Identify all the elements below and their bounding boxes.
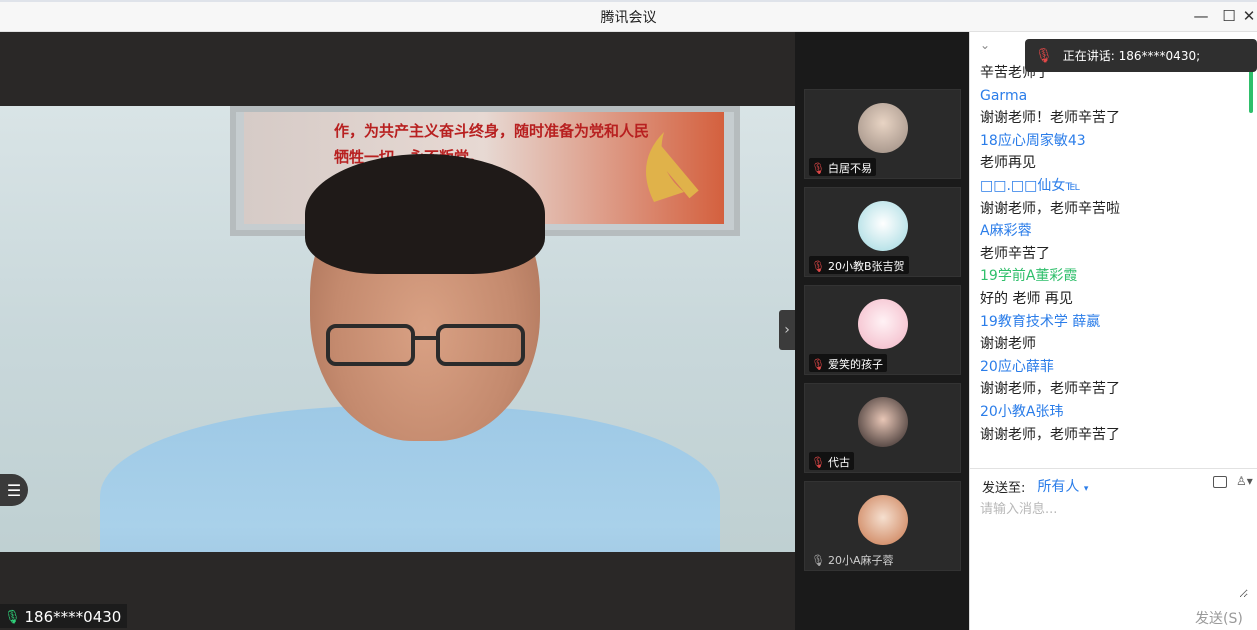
participant-name: 20小A麻子蓉 — [827, 554, 894, 567]
participant-tile[interactable]: 🎙 20小教B张吉贺 — [804, 187, 961, 277]
participant-name-label: 🎙 代古 — [809, 452, 854, 470]
participant-name-label: 🎙 白居不易 — [809, 158, 876, 176]
send-to-select[interactable]: 所有人 ▾ — [1037, 476, 1088, 496]
chat-message-text: 谢谢老师 — [980, 336, 1036, 353]
chat-message-text: 谢谢老师，老师辛苦了 — [980, 381, 1120, 398]
speaker-name: 186****0430 — [24, 608, 122, 626]
chat-sender: Garma — [980, 87, 1028, 104]
main-video-area: 作，为共产主义奋斗终身，随时准备为党和人民 牺牲一切，永不叛党。 ☰ 🎙 186… — [0, 32, 795, 630]
chevron-right-icon[interactable]: › — [779, 310, 795, 350]
mic-muted-icon: 🎙 — [811, 553, 825, 567]
maximize-button[interactable]: ☐ — [1218, 5, 1240, 27]
chevron-down-icon[interactable]: ⌄ — [980, 38, 990, 52]
title-bar: 腾讯会议 — ☐ ✕ — [0, 0, 1257, 32]
send-to-row: 发送至: 所有人 ▾ — [982, 476, 1088, 496]
participant-name: 爱笑的孩子 — [827, 358, 883, 371]
window-title: 腾讯会议 — [600, 10, 657, 26]
mic-muted-icon: 🎙 — [811, 357, 825, 371]
avatar — [858, 103, 908, 153]
participant-name: 代古 — [827, 456, 850, 469]
speaking-indicator: 🎙 正在讲话: 186****0430; — [1025, 39, 1257, 72]
hammer-sickle-emblem — [646, 132, 699, 202]
chat-message-text: 好的 老师 再见 — [980, 290, 1073, 307]
chat-message-text: 老师再见 — [980, 155, 1036, 172]
participant-tile[interactable]: 🎙 爱笑的孩子 — [804, 285, 961, 375]
poster-line-1: 作，为共产主义奋斗终身，随时准备为党和人民 — [334, 122, 650, 140]
chat-sender: □□.□□仙女℡ — [980, 177, 1081, 194]
chat-panel: ⌄ 辛苦老师了 Garma 谢谢老师！老师辛苦了 18应心周家敏43 老师再见 … — [969, 32, 1257, 630]
send-to-value: 所有人 — [1037, 479, 1080, 495]
speaking-label: 正在讲话: 186****0430; — [1062, 49, 1201, 63]
participant-name: 白居不易 — [827, 162, 872, 175]
mic-muted-icon: 🎙 — [811, 259, 825, 273]
chat-message-text: 谢谢老师，老师辛苦了 — [980, 426, 1120, 443]
chat-sender: 18应心周家敏43 — [980, 132, 1086, 149]
chat-scrollbar[interactable] — [1249, 68, 1253, 113]
chat-sender: 19学前A董彩霞 — [980, 268, 1078, 285]
avatar — [858, 299, 908, 349]
close-button[interactable]: ✕ — [1238, 5, 1257, 27]
chat-sender: 20应心薛菲 — [980, 358, 1054, 375]
divider — [970, 468, 1257, 469]
chat-messages: 辛苦老师了 Garma 谢谢老师！老师辛苦了 18应心周家敏43 老师再见 □□… — [980, 62, 1250, 470]
participant-tile[interactable]: 🎙 20小A麻子蓉 — [804, 481, 961, 571]
participant-name-label: 🎙 20小教B张吉贺 — [809, 256, 909, 274]
speaker-video[interactable]: 作，为共产主义奋斗终身，随时准备为党和人民 牺牲一切，永不叛党。 — [0, 106, 795, 552]
mic-active-icon: 🎙 — [4, 609, 21, 625]
send-to-label: 发送至: — [982, 480, 1026, 496]
send-button[interactable]: 发送(S) — [1195, 608, 1243, 628]
mic-muted-icon: 🎙 — [811, 161, 825, 175]
caret-down-icon: ▾ — [1083, 484, 1089, 494]
participant-tile[interactable]: 🎙 白居不易 — [804, 89, 961, 179]
speaker-name-label: 🎙 186****0430 — [0, 604, 128, 628]
chat-sender: 19教育技术学 薛嬴 — [980, 313, 1101, 330]
mic-muted-icon: 🎙 — [1035, 47, 1053, 64]
chat-message-text: 老师辛苦了 — [980, 245, 1050, 262]
mic-muted-icon: 🎙 — [811, 455, 825, 469]
participant-tiles: › 🎙 白居不易 🎙 20小教B张吉贺 🎙 爱笑的孩子 🎙 代古 🎙 20小A麻… — [779, 32, 969, 630]
glasses — [326, 324, 525, 366]
chat-input[interactable] — [980, 498, 1248, 598]
avatar — [858, 495, 908, 545]
title-bar-accent — [0, 0, 1257, 2]
participant-name-label: 🎙 爱笑的孩子 — [809, 354, 887, 372]
participant-name: 20小教B张吉贺 — [827, 260, 905, 273]
avatar — [858, 397, 908, 447]
chat-message-text: 谢谢老师，老师辛苦啦 — [980, 200, 1120, 217]
image-icon[interactable] — [1213, 476, 1227, 488]
avatar — [858, 201, 908, 251]
minimize-button[interactable]: — — [1190, 5, 1212, 27]
chat-sender: A麻彩蓉 — [980, 223, 1032, 240]
user-settings-icon[interactable]: ♙▾ — [1236, 474, 1253, 488]
person-hair — [305, 154, 545, 274]
participant-tile[interactable]: 🎙 代古 — [804, 383, 961, 473]
chat-sender: 20小教A张玮 — [980, 403, 1064, 420]
participant-name-label: 🎙 20小A麻子蓉 — [809, 550, 898, 568]
chat-message-text: 谢谢老师！老师辛苦了 — [980, 110, 1120, 127]
